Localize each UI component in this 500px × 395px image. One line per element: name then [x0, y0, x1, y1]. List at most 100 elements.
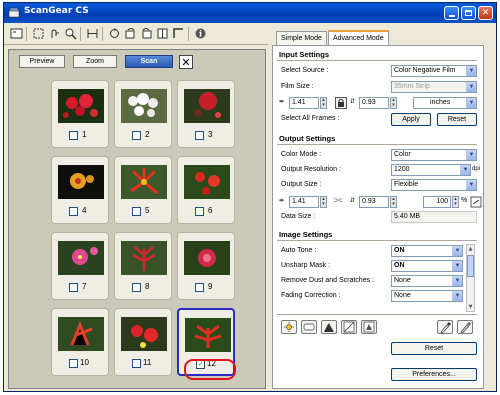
link-icon: ⊃⊂	[333, 198, 344, 204]
output-resolution-dropdown[interactable]: 1200 ▼	[391, 164, 471, 176]
eyedropper-button[interactable]	[437, 320, 453, 334]
close-icon: ✕	[481, 8, 490, 18]
input-height-field[interactable]: 0.93	[359, 97, 389, 109]
remove-dust-dropdown[interactable]: None ▼	[391, 275, 463, 287]
auto-tone-dropdown[interactable]: ON ▼	[391, 245, 463, 257]
frame-checkbox[interactable]	[132, 283, 141, 292]
frame-checkbox[interactable]	[132, 207, 141, 216]
close-window-button[interactable]: ✕	[478, 6, 493, 20]
units-dropdown[interactable]: inches ▼	[413, 97, 477, 109]
color-mode-value: Color	[394, 151, 411, 158]
frame-checkbox[interactable]	[69, 283, 78, 292]
color-mode-dropdown[interactable]: Color ▼	[391, 149, 477, 161]
maximize-button[interactable]	[461, 6, 476, 20]
output-height-field[interactable]: 0.93	[359, 196, 389, 208]
frame-thumbnail[interactable]: 8	[114, 232, 172, 300]
frame-checkbox[interactable]	[69, 207, 78, 216]
output-width-spinner[interactable]: ▴ ▾	[320, 196, 327, 208]
image-settings-scrollbar[interactable]: ▲ ▼	[466, 244, 475, 312]
frame-checkbox[interactable]	[69, 131, 78, 140]
output-size-dropdown[interactable]: Flexible ▼	[391, 179, 477, 191]
scroll-up-icon[interactable]: ▲	[467, 245, 474, 253]
apply-button[interactable]: Apply	[391, 113, 431, 126]
frame-checkbox[interactable]	[69, 359, 78, 368]
frame-number: 1	[82, 130, 87, 139]
color-mode-label: Color Mode :	[281, 151, 322, 158]
input-height-spinner[interactable]: ▴ ▾	[390, 97, 397, 109]
tone-curve-button[interactable]	[341, 320, 357, 334]
crop-icon[interactable]	[32, 27, 45, 40]
clear-button[interactable]: ✕	[179, 55, 193, 69]
data-size-value: 5.40 MB	[391, 211, 477, 223]
scale-spinner[interactable]: ▴ ▾	[452, 196, 459, 208]
scan-button[interactable]: Scan	[125, 55, 173, 68]
frame-thumbnail[interactable]: 6	[177, 156, 235, 224]
frame-checkbox[interactable]	[195, 131, 204, 140]
mirror-icon[interactable]	[156, 27, 169, 40]
frame-checkbox[interactable]	[195, 283, 204, 292]
histogram-button[interactable]	[321, 320, 337, 334]
frame-thumbnail[interactable]: 10	[51, 308, 109, 376]
info-icon[interactable]: i	[194, 27, 207, 40]
toolbar-separator	[26, 27, 27, 41]
fading-correction-dropdown[interactable]: None ▼	[391, 290, 463, 302]
frame-number: 7	[82, 282, 87, 291]
frame-thumbnail[interactable]: 1	[51, 80, 109, 148]
frame-thumbnail[interactable]: 5	[114, 156, 172, 224]
frame-checkbox[interactable]	[132, 359, 141, 368]
rotate-left-icon[interactable]	[124, 27, 137, 40]
frame-number: 11	[143, 358, 152, 367]
frame-number: 9	[208, 282, 213, 291]
fading-correction-value: None	[394, 292, 411, 299]
swap-orientation-icon[interactable]	[470, 196, 482, 208]
eyedropper-white-button[interactable]	[457, 320, 473, 334]
unsharp-mask-dropdown[interactable]: ON ▼	[391, 260, 463, 272]
close-icon: ✕	[181, 55, 191, 69]
input-width-field[interactable]: 1.41	[289, 97, 319, 109]
frame-checkbox[interactable]	[195, 207, 204, 216]
tab-simple-mode[interactable]: Simple Mode	[276, 31, 327, 45]
auto-tone-value: ON	[394, 247, 405, 254]
flower-photo	[121, 165, 167, 199]
flower-photo	[121, 241, 167, 275]
saturation-button[interactable]	[301, 320, 317, 334]
zoom-icon[interactable]	[64, 27, 77, 40]
section-divider	[277, 240, 477, 241]
output-width-field[interactable]: 1.41	[289, 196, 319, 208]
reset-button[interactable]: Reset	[391, 342, 477, 355]
select-source-dropdown[interactable]: Color Negative Film ▼	[391, 65, 477, 77]
input-width-spinner[interactable]: ▴ ▾	[320, 97, 327, 109]
output-height-spinner[interactable]: ▴ ▾	[390, 196, 397, 208]
frame-thumbnail[interactable]: 3	[177, 80, 235, 148]
frame-thumbnail[interactable]: 11	[114, 308, 172, 376]
scale-field[interactable]: 100	[423, 196, 451, 208]
reset-input-button[interactable]: Reset	[437, 113, 477, 126]
tab-advanced-mode[interactable]: Advanced Mode	[328, 30, 389, 46]
frame-checkbox[interactable]	[132, 131, 141, 140]
tone-curve-icon	[343, 321, 355, 333]
frame-number: 4	[82, 206, 87, 215]
thumbnail-view-icon[interactable]	[10, 27, 23, 40]
minimize-button[interactable]	[444, 6, 459, 20]
film-size-dropdown[interactable]: 35mm Strip ▼	[391, 81, 477, 93]
scroll-down-icon[interactable]: ▼	[467, 303, 474, 311]
frame-thumbnail[interactable]: 4	[51, 156, 109, 224]
frame-thumbnail[interactable]: 2	[114, 80, 172, 148]
move-image-icon[interactable]	[48, 27, 61, 40]
lock-aspect-icon[interactable]	[335, 97, 347, 109]
scroll-thumb[interactable]	[467, 255, 474, 277]
rotate-right-icon[interactable]	[140, 27, 153, 40]
eyedropper-icon	[440, 322, 451, 333]
rotate-icon[interactable]	[108, 27, 121, 40]
preferences-button[interactable]: Preferences...	[391, 368, 477, 381]
flower-photo	[185, 318, 231, 352]
preview-button[interactable]: Preview	[19, 55, 65, 68]
brightness-button[interactable]	[281, 320, 297, 334]
section-divider	[277, 144, 477, 145]
ruler-icon[interactable]	[86, 27, 99, 40]
frame-thumbnail[interactable]: 9	[177, 232, 235, 300]
final-review-button[interactable]	[361, 320, 377, 334]
frame-thumbnail[interactable]: 7	[51, 232, 109, 300]
zoom-button[interactable]: Zoom	[73, 55, 117, 68]
frame-icon[interactable]	[172, 27, 185, 40]
